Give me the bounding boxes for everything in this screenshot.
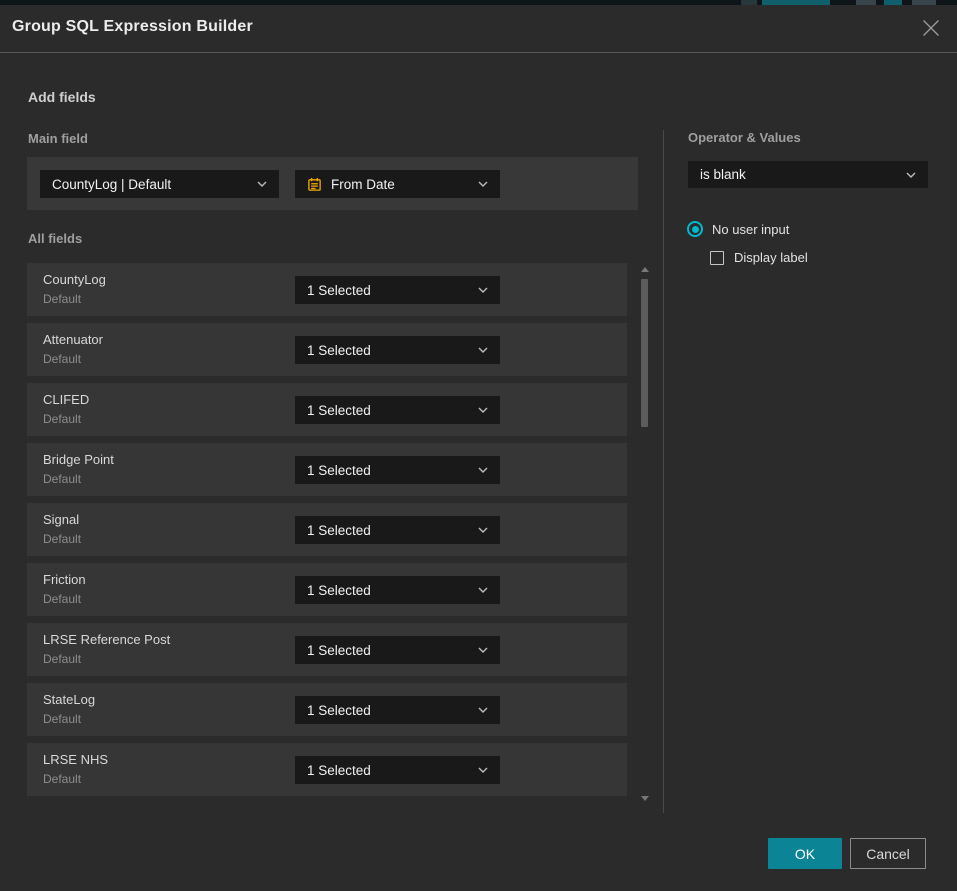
field-selection-dropdown[interactable]: 1 Selected: [295, 696, 500, 724]
chevron-down-icon: [478, 767, 488, 773]
field-row-lrse-reference-post: LRSE Reference Post Default 1 Selected: [27, 623, 627, 676]
dropdown-value: 1 Selected: [307, 643, 470, 658]
field-subtitle: Default: [43, 652, 81, 666]
field-selection-dropdown[interactable]: 1 Selected: [295, 636, 500, 664]
operator-dropdown[interactable]: is blank: [688, 161, 928, 188]
dropdown-value: is blank: [700, 167, 898, 182]
field-row-signal: Signal Default 1 Selected: [27, 503, 627, 556]
list-scrollbar[interactable]: [640, 263, 649, 805]
operator-values-heading: Operator & Values: [688, 130, 801, 145]
dialog-title: Group SQL Expression Builder: [12, 18, 253, 36]
field-selection-dropdown[interactable]: 1 Selected: [295, 756, 500, 784]
ok-button[interactable]: OK: [768, 838, 842, 869]
scroll-down-arrow-icon[interactable]: [641, 796, 649, 801]
field-row-clifed: CLIFED Default 1 Selected: [27, 383, 627, 436]
field-row-lrse-nhs: LRSE NHS Default 1 Selected: [27, 743, 627, 796]
field-subtitle: Default: [43, 772, 81, 786]
field-subtitle: Default: [43, 292, 81, 306]
field-name: Bridge Point: [43, 452, 114, 467]
field-name: Signal: [43, 512, 79, 527]
no-user-input-radio[interactable]: No user input: [687, 221, 789, 237]
chevron-down-icon: [478, 181, 488, 187]
dropdown-value: 1 Selected: [307, 463, 470, 478]
chevron-down-icon: [478, 467, 488, 473]
dropdown-value: 1 Selected: [307, 583, 470, 598]
field-row-statelog: StateLog Default 1 Selected: [27, 683, 627, 736]
dialog-window: Group SQL Expression Builder Add fields …: [0, 5, 957, 891]
dropdown-value: 1 Selected: [307, 343, 470, 358]
cancel-button[interactable]: Cancel: [850, 838, 926, 869]
field-subtitle: Default: [43, 472, 81, 486]
field-name: StateLog: [43, 692, 95, 707]
add-fields-heading: Add fields: [28, 89, 96, 105]
field-name: CountyLog: [43, 272, 106, 287]
field-subtitle: Default: [43, 712, 81, 726]
close-icon: [922, 19, 940, 37]
dropdown-value: 1 Selected: [307, 283, 470, 298]
field-subtitle: Default: [43, 532, 81, 546]
dropdown-value: 1 Selected: [307, 703, 470, 718]
display-label-checkbox[interactable]: Display label: [710, 250, 808, 265]
field-name: LRSE Reference Post: [43, 632, 170, 647]
chevron-down-icon: [478, 287, 488, 293]
dialog-header: Group SQL Expression Builder: [0, 5, 957, 53]
chevron-down-icon: [478, 407, 488, 413]
scrollbar-thumb[interactable]: [641, 279, 648, 427]
chevron-down-icon: [478, 647, 488, 653]
dropdown-value: 1 Selected: [307, 763, 470, 778]
field-row-bridge-point: Bridge Point Default 1 Selected: [27, 443, 627, 496]
chevron-down-icon: [478, 527, 488, 533]
field-name: CLIFED: [43, 392, 89, 407]
radio-label: No user input: [712, 222, 789, 237]
field-selection-dropdown[interactable]: 1 Selected: [295, 396, 500, 424]
field-row-friction: Friction Default 1 Selected: [27, 563, 627, 616]
field-row-countylog: CountyLog Default 1 Selected: [27, 263, 627, 316]
field-subtitle: Default: [43, 352, 81, 366]
chevron-down-icon: [906, 172, 916, 178]
dropdown-value: 1 Selected: [307, 523, 470, 538]
field-subtitle: Default: [43, 592, 81, 606]
checkbox-unchecked-icon: [710, 251, 724, 265]
field-subtitle: Default: [43, 412, 81, 426]
chevron-down-icon: [257, 181, 267, 187]
chevron-down-icon: [478, 347, 488, 353]
all-fields-label: All fields: [28, 231, 82, 246]
field-selection-dropdown[interactable]: 1 Selected: [295, 576, 500, 604]
dropdown-value: CountyLog | Default: [52, 177, 249, 192]
field-selection-dropdown[interactable]: 1 Selected: [295, 456, 500, 484]
dropdown-value: 1 Selected: [307, 403, 470, 418]
main-field-label: Main field: [28, 131, 88, 146]
dropdown-value: From Date: [331, 177, 470, 192]
calendar-icon: [307, 177, 322, 192]
field-selection-dropdown[interactable]: 1 Selected: [295, 276, 500, 304]
close-button[interactable]: [919, 16, 943, 40]
chevron-down-icon: [478, 707, 488, 713]
main-field-dataset-dropdown[interactable]: CountyLog | Default: [40, 170, 279, 198]
main-field-container: CountyLog | Default From Date: [27, 157, 638, 210]
main-field-date-dropdown[interactable]: From Date: [295, 170, 500, 198]
radio-selected-icon: [687, 221, 703, 237]
chevron-down-icon: [478, 587, 488, 593]
group-sql-expression-builder-dialog: Group SQL Expression Builder Add fields …: [0, 0, 957, 891]
field-name: LRSE NHS: [43, 752, 108, 767]
field-row-attenuator: Attenuator Default 1 Selected: [27, 323, 627, 376]
checkbox-label: Display label: [734, 250, 808, 265]
field-selection-dropdown[interactable]: 1 Selected: [295, 516, 500, 544]
field-name: Attenuator: [43, 332, 103, 347]
field-name: Friction: [43, 572, 86, 587]
scroll-up-arrow-icon[interactable]: [641, 267, 649, 272]
panel-divider: [663, 130, 664, 813]
field-selection-dropdown[interactable]: 1 Selected: [295, 336, 500, 364]
